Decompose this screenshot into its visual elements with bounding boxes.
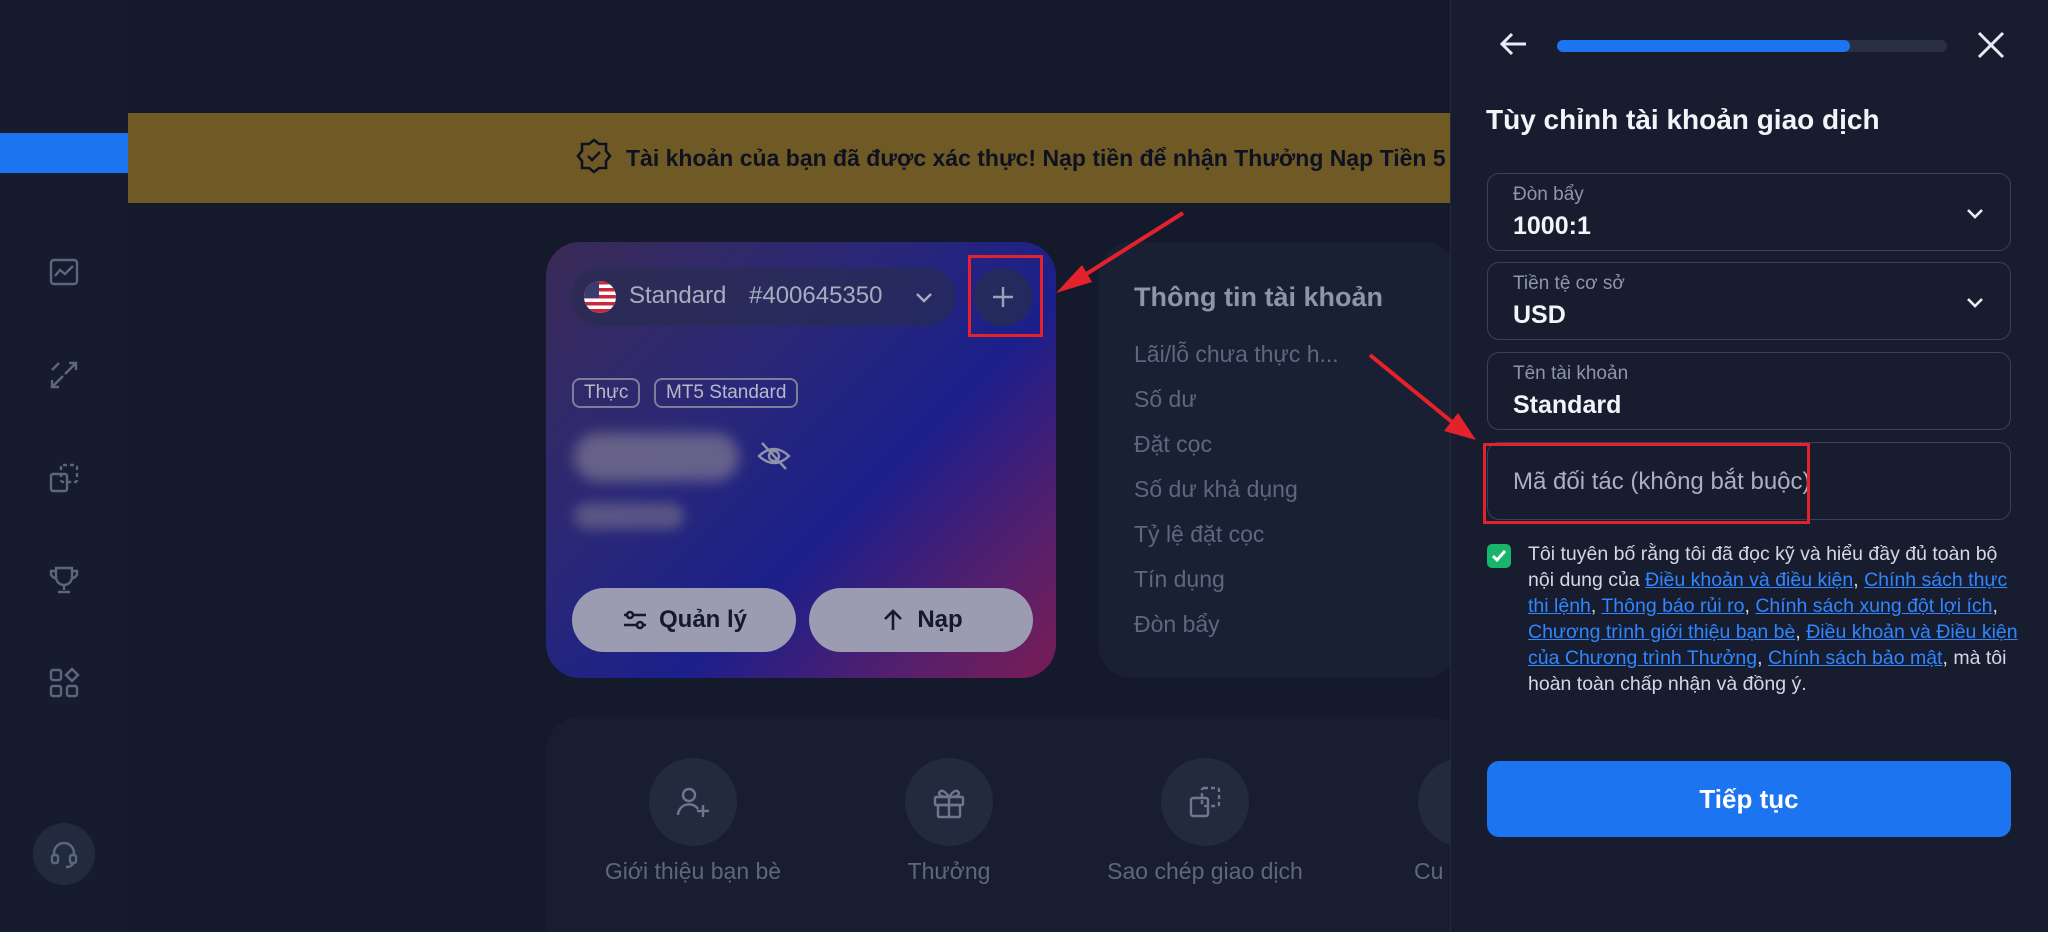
currency-value: USD: [1513, 301, 1566, 329]
info-row-free-margin: Số dư khả dụng: [1134, 476, 1298, 502]
chevron-down-icon: [1964, 291, 1986, 313]
manage-label: Quản lý: [658, 606, 748, 633]
verified-check-icon: [576, 137, 612, 179]
terms-separator: ,: [1992, 595, 1998, 617]
info-row-leverage: Đòn bẩy: [1134, 611, 1220, 637]
add-user-icon[interactable]: [649, 758, 737, 846]
manage-button[interactable]: Quản lý: [572, 588, 796, 652]
continue-button[interactable]: Tiếp tục: [1487, 761, 2011, 837]
currency-select[interactable]: Tiền tệ cơ sở USD: [1487, 262, 2011, 340]
leverage-value: 1000:1: [1513, 212, 1591, 240]
hidden-balance: [574, 433, 739, 481]
quick-action-copy-trade-label[interactable]: Sao chép giao dịch: [1085, 858, 1325, 885]
apps-icon[interactable]: [44, 663, 84, 703]
chevron-down-icon: [1964, 202, 1986, 224]
chart-icon[interactable]: [44, 252, 84, 292]
account-type: Standard: [629, 282, 727, 309]
info-row-balance: Số dư: [1134, 386, 1197, 412]
annotation-highlight-partner-code: [1483, 443, 1810, 524]
step-progress-fill: [1557, 40, 1850, 52]
link-risk-disclosure[interactable]: Thông báo rủi ro: [1601, 595, 1744, 617]
terms-text: Tôi tuyên bố rằng tôi đã đọc kỹ và hiểu …: [1528, 541, 2018, 697]
account-selector[interactable]: Standard #400645350: [571, 268, 956, 326]
arrow-up-icon: [884, 609, 903, 630]
trophy-icon[interactable]: [44, 560, 84, 600]
terms-separator: ,: [1744, 595, 1756, 617]
info-row-margin-level: Tỷ lệ đặt cọc: [1134, 521, 1265, 547]
account-number: #400645350: [749, 282, 883, 309]
currency-label: Tiền tệ cơ sở: [1513, 273, 1625, 294]
info-row-credit: Tín dụng: [1134, 566, 1225, 592]
chevron-down-icon: [913, 286, 935, 308]
link-privacy-policy[interactable]: Chính sách bảo mật: [1768, 647, 1943, 669]
quick-action-cut-label[interactable]: Cu: [1414, 858, 1450, 885]
close-icon[interactable]: [1974, 28, 2008, 62]
sliders-icon: [623, 610, 646, 630]
step-progress-bar: [1557, 40, 1947, 52]
terms-separator: ,: [1757, 647, 1768, 669]
link-terms-conditions[interactable]: Điều khoản và điều kiện: [1645, 569, 1853, 591]
terms-separator: ,: [1795, 621, 1807, 643]
back-arrow-icon[interactable]: [1496, 26, 1532, 62]
copy-trade-icon[interactable]: [44, 458, 84, 498]
tag-real: Thực: [572, 378, 641, 408]
verification-banner: Tài khoản của bạn đã được xác thực! Nạp …: [128, 113, 1450, 203]
gift-icon[interactable]: [905, 758, 993, 846]
sidebar: [0, 0, 141, 932]
info-row-unrealized-pl: Lãi/lỗ chưa thực h...: [1134, 341, 1339, 367]
us-flag-icon: [584, 281, 616, 313]
copy-icon[interactable]: [1161, 758, 1249, 846]
link-conflict-of-interest-policy[interactable]: Chính sách xung đột lợi ích: [1755, 595, 1992, 617]
leverage-select[interactable]: Đòn bẩy 1000:1: [1487, 173, 2011, 251]
terms-checkbox[interactable]: [1487, 544, 1511, 568]
account-name-value: Standard: [1513, 391, 1622, 419]
account-name-field[interactable]: Tên tài khoản Standard: [1487, 352, 2011, 430]
eye-off-icon[interactable]: [756, 438, 792, 474]
terms-separator: ,: [1590, 595, 1602, 617]
link-referral-program[interactable]: Chương trình giới thiệu bạn bè: [1528, 621, 1795, 643]
info-row-margin: Đặt cọc: [1134, 431, 1212, 457]
hidden-sub-balance: [574, 503, 684, 529]
deposit-button[interactable]: Nạp: [809, 588, 1033, 652]
deposit-label: Nạp: [917, 606, 963, 633]
leverage-label: Đòn bẩy: [1513, 184, 1584, 205]
sidebar-active-indicator: [0, 133, 141, 173]
transfer-icon[interactable]: [44, 355, 84, 395]
account-info-title: Thông tin tài khoản: [1134, 282, 1383, 312]
account-name-label: Tên tài khoản: [1513, 363, 1629, 384]
panel-title: Tùy chỉnh tài khoản giao dịch: [1486, 104, 1880, 135]
quick-action-refer-label[interactable]: Giới thiệu bạn bè: [593, 858, 793, 885]
headset-icon[interactable]: [33, 823, 95, 885]
annotation-highlight-add: [968, 255, 1043, 337]
terms-separator: ,: [1853, 569, 1865, 591]
quick-action-bonus-label[interactable]: Thưởng: [869, 858, 1029, 885]
banner-text: Tài khoản của bạn đã được xác thực! Nạp …: [626, 144, 1446, 171]
checkmark-icon: [1491, 550, 1507, 563]
tag-platform: MT5 Standard: [654, 378, 799, 408]
